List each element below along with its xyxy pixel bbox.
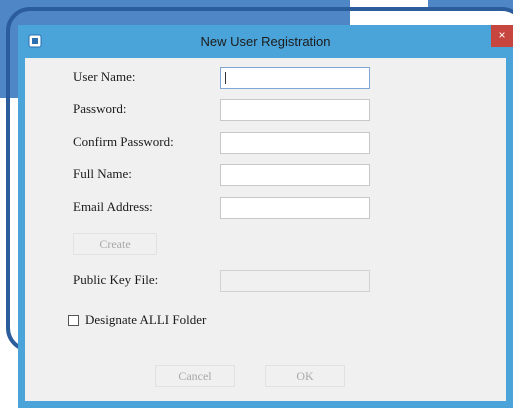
full-name-input[interactable] [220, 164, 370, 186]
user-name-label: User Name: [73, 69, 136, 84]
ok-button[interactable]: OK [265, 365, 345, 387]
designate-alli-folder-checkbox[interactable] [68, 315, 79, 326]
public-key-file-input[interactable] [220, 270, 370, 292]
public-key-file-label: Public Key File: [73, 272, 159, 287]
confirm-password-input[interactable] [220, 132, 370, 154]
password-input[interactable] [220, 99, 370, 121]
email-address-label: Email Address: [73, 199, 153, 214]
create-button[interactable]: Create [73, 233, 157, 255]
close-button[interactable]: × [491, 25, 513, 47]
cancel-button[interactable]: Cancel [155, 365, 235, 387]
screen: New User Registration × User Name: Passw… [0, 0, 513, 408]
text-caret [225, 72, 226, 84]
confirm-password-label: Confirm Password: [73, 134, 174, 149]
user-name-input[interactable] [220, 67, 370, 89]
dialog-body: User Name: Password: Confirm Password: F… [25, 58, 506, 401]
close-icon: × [498, 28, 506, 42]
designate-alli-folder-label[interactable]: Designate ALLI Folder [85, 312, 206, 328]
registration-dialog: New User Registration × User Name: Passw… [18, 25, 513, 408]
email-address-input[interactable] [220, 197, 370, 219]
full-name-label: Full Name: [73, 166, 132, 181]
password-label: Password: [73, 101, 127, 116]
window-title: New User Registration [200, 34, 331, 49]
title-bar[interactable]: New User Registration × [18, 25, 513, 58]
